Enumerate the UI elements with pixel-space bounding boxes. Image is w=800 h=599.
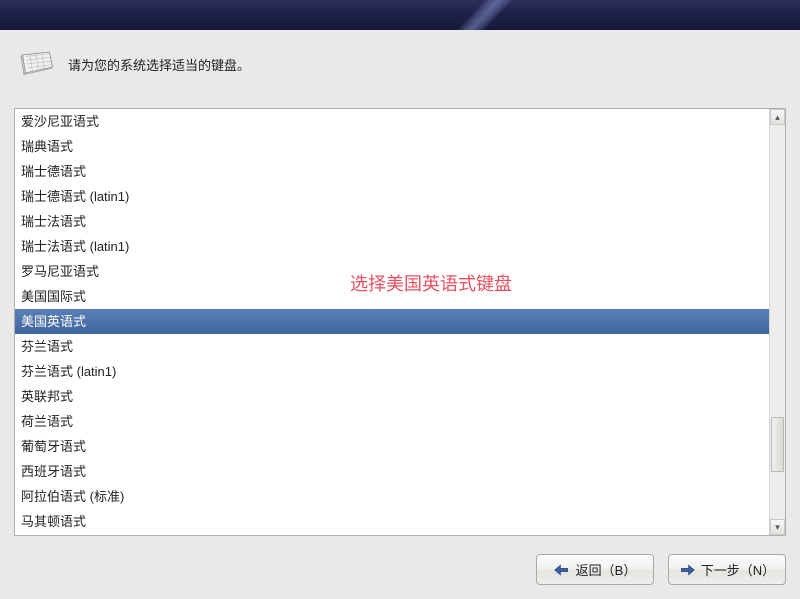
keyboard-prompt-text: 请为您的系统选择适当的键盘。 — [68, 55, 250, 74]
next-button-label: 下一步（N） — [701, 560, 775, 579]
scrollbar[interactable]: ▴ ▾ — [769, 109, 785, 535]
list-item[interactable]: 美国英语式 — [15, 309, 769, 334]
list-item[interactable]: 马其顿语式 — [15, 509, 769, 534]
list-item[interactable]: 瑞士法语式 (latin1) — [15, 234, 769, 259]
scroll-track[interactable] — [770, 125, 785, 519]
list-item[interactable]: 荷兰语式 — [15, 409, 769, 434]
keyboard-icon — [18, 50, 54, 78]
list-item[interactable]: 阿拉伯语式 (标准) — [15, 484, 769, 509]
list-item[interactable]: 瑞典语式 — [15, 134, 769, 159]
list-item[interactable]: 瑞士法语式 — [15, 209, 769, 234]
back-button[interactable]: 返回（B） — [536, 554, 654, 585]
list-item[interactable]: 芬兰语式 (latin1) — [15, 359, 769, 384]
list-item[interactable]: 英联邦式 — [15, 384, 769, 409]
list-item[interactable]: 罗马尼亚语式 — [15, 259, 769, 284]
arrow-left-icon — [554, 564, 570, 576]
installer-header-banner — [0, 0, 800, 30]
list-item[interactable]: 葡萄牙语式 — [15, 434, 769, 459]
scroll-thumb[interactable] — [771, 417, 784, 472]
keyboard-listbox[interactable]: 爱沙尼亚语式瑞典语式瑞士德语式瑞士德语式 (latin1)瑞士法语式瑞士法语式 … — [14, 108, 786, 536]
list-item[interactable]: 爱沙尼亚语式 — [15, 109, 769, 134]
nav-button-row: 返回（B） 下一步（N） — [536, 554, 786, 585]
arrow-right-icon — [679, 564, 695, 576]
back-button-label: 返回（B） — [576, 560, 637, 579]
list-item[interactable]: 瑞士德语式 — [15, 159, 769, 184]
next-button[interactable]: 下一步（N） — [668, 554, 786, 585]
list-item[interactable]: 瑞士德语式 (latin1) — [15, 184, 769, 209]
list-item[interactable]: 西班牙语式 — [15, 459, 769, 484]
prompt-row: 请为您的系统选择适当的键盘。 — [0, 30, 800, 96]
list-item[interactable]: 芬兰语式 — [15, 334, 769, 359]
scroll-down-button[interactable]: ▾ — [770, 519, 785, 535]
list-item[interactable]: 美国国际式 — [15, 284, 769, 309]
scroll-up-button[interactable]: ▴ — [770, 109, 785, 125]
